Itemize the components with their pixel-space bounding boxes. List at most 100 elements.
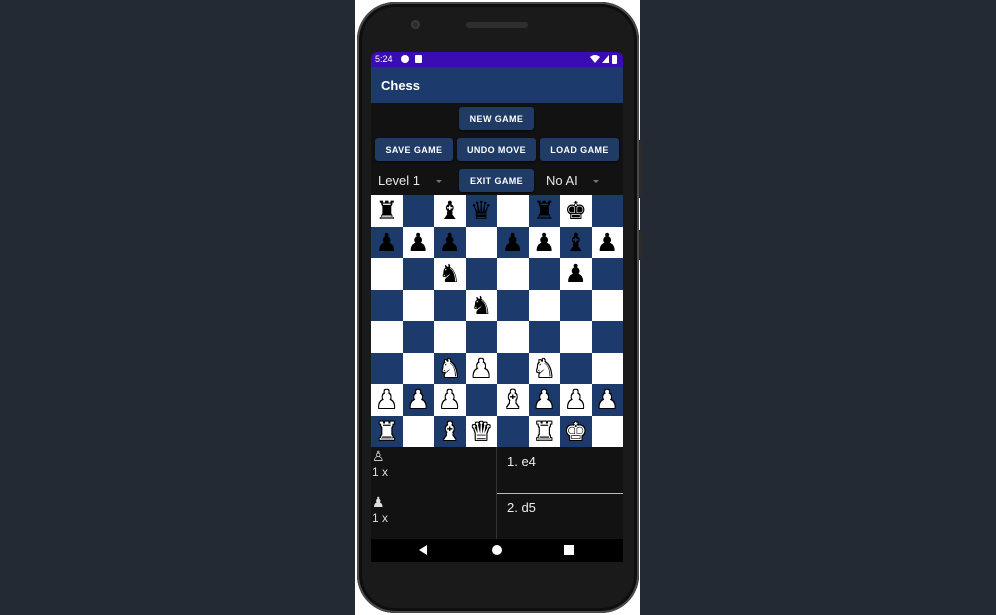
board-square[interactable]: ♟ xyxy=(560,258,592,290)
board-square[interactable] xyxy=(371,258,403,290)
white-king-icon[interactable]: ♚ xyxy=(565,419,587,444)
board-square[interactable] xyxy=(591,352,623,384)
board-square[interactable] xyxy=(591,195,623,227)
board-square[interactable] xyxy=(465,258,497,290)
board-square[interactable]: ♞ xyxy=(434,352,466,384)
black-pawn-icon[interactable]: ♟ xyxy=(502,230,524,255)
board-square[interactable]: ♟ xyxy=(591,226,623,258)
black-queen-icon[interactable]: ♛ xyxy=(470,198,492,223)
recent-apps-icon[interactable] xyxy=(564,545,574,555)
board-square[interactable]: ♜ xyxy=(528,415,560,447)
board-square[interactable]: ♟ xyxy=(434,226,466,258)
white-knight-icon[interactable]: ♞ xyxy=(533,356,555,381)
black-bishop-icon[interactable]: ♝ xyxy=(439,198,461,223)
board-square[interactable] xyxy=(497,195,529,227)
board-square[interactable]: ♝ xyxy=(560,226,592,258)
board-square[interactable] xyxy=(402,415,434,447)
board-square[interactable] xyxy=(497,289,529,321)
board-square[interactable]: ♟ xyxy=(465,352,497,384)
board-square[interactable] xyxy=(371,352,403,384)
black-knight-icon[interactable]: ♞ xyxy=(439,261,461,286)
board-square[interactable] xyxy=(402,289,434,321)
board-square[interactable]: ♛ xyxy=(465,195,497,227)
white-rook-icon[interactable]: ♜ xyxy=(533,419,555,444)
board-square[interactable]: ♝ xyxy=(434,195,466,227)
board-square[interactable] xyxy=(591,321,623,353)
white-bishop-icon[interactable]: ♝ xyxy=(439,419,461,444)
white-pawn-icon[interactable]: ♟ xyxy=(565,387,587,412)
board-square[interactable] xyxy=(434,289,466,321)
board-square[interactable] xyxy=(402,321,434,353)
board-square[interactable] xyxy=(402,195,434,227)
board-square[interactable] xyxy=(528,258,560,290)
load-game-button[interactable]: LOAD GAME xyxy=(540,138,619,161)
board-square[interactable] xyxy=(497,321,529,353)
board-square[interactable] xyxy=(402,352,434,384)
board-square[interactable]: ♝ xyxy=(434,415,466,447)
board-square[interactable] xyxy=(465,321,497,353)
black-pawn-icon[interactable]: ♟ xyxy=(407,230,429,255)
white-rook-icon[interactable]: ♜ xyxy=(376,419,398,444)
board-square[interactable] xyxy=(371,321,403,353)
white-queen-icon[interactable]: ♛ xyxy=(470,419,492,444)
white-pawn-icon[interactable]: ♟ xyxy=(376,387,398,412)
black-rook-icon[interactable]: ♜ xyxy=(376,198,398,223)
board-square[interactable]: ♝ xyxy=(497,384,529,416)
board-square[interactable] xyxy=(402,258,434,290)
level-dropdown[interactable]: Level 1 xyxy=(378,173,443,193)
white-pawn-icon[interactable]: ♟ xyxy=(470,356,492,381)
exit-game-button[interactable]: EXIT GAME xyxy=(459,169,534,192)
black-bishop-icon[interactable]: ♝ xyxy=(565,230,587,255)
board-square[interactable]: ♟ xyxy=(434,384,466,416)
board-square[interactable] xyxy=(465,226,497,258)
board-square[interactable]: ♟ xyxy=(402,384,434,416)
board-square[interactable] xyxy=(560,289,592,321)
board-square[interactable]: ♟ xyxy=(560,384,592,416)
board-square[interactable] xyxy=(497,415,529,447)
board-square[interactable] xyxy=(465,384,497,416)
black-pawn-icon[interactable]: ♟ xyxy=(596,230,618,255)
undo-move-button[interactable]: UNDO MOVE xyxy=(457,138,536,161)
board-square[interactable] xyxy=(528,321,560,353)
black-pawn-icon[interactable]: ♟ xyxy=(439,230,461,255)
black-pawn-icon[interactable]: ♟ xyxy=(565,261,587,286)
board-square[interactable]: ♜ xyxy=(371,415,403,447)
board-square[interactable]: ♟ xyxy=(371,384,403,416)
ai-dropdown[interactable]: No AI xyxy=(546,173,601,193)
new-game-button[interactable]: NEW GAME xyxy=(459,107,534,130)
board-square[interactable]: ♞ xyxy=(434,258,466,290)
board-square[interactable]: ♟ xyxy=(528,384,560,416)
white-pawn-icon[interactable]: ♟ xyxy=(596,387,618,412)
white-pawn-icon[interactable]: ♟ xyxy=(533,387,555,412)
board-square[interactable] xyxy=(591,289,623,321)
white-bishop-icon[interactable]: ♝ xyxy=(502,387,524,412)
board-square[interactable]: ♟ xyxy=(371,226,403,258)
board-square[interactable]: ♟ xyxy=(528,226,560,258)
board-square[interactable] xyxy=(591,415,623,447)
board-square[interactable] xyxy=(560,321,592,353)
black-pawn-icon[interactable]: ♟ xyxy=(376,230,398,255)
chess-board[interactable]: ♜ ♝ ♛ ♜ ♚ ♟ ♟ ♟ ♟ ♟ ♝ ♟ ♞ ♟ ♞ ♞ ♟ ♞ ♟ ♟ ♟ ♝ ♟ ♟ ♟ ♜ ♝ ♛ ♜ ♚ xyxy=(371,195,623,447)
black-king-icon[interactable]: ♚ xyxy=(565,198,587,223)
board-square[interactable] xyxy=(434,321,466,353)
save-game-button[interactable]: SAVE GAME xyxy=(375,138,453,161)
board-square[interactable] xyxy=(591,258,623,290)
board-square[interactable] xyxy=(497,352,529,384)
board-square[interactable]: ♟ xyxy=(402,226,434,258)
white-knight-icon[interactable]: ♞ xyxy=(439,356,461,381)
board-square[interactable]: ♟ xyxy=(591,384,623,416)
board-square[interactable]: ♚ xyxy=(560,195,592,227)
board-square[interactable]: ♟ xyxy=(497,226,529,258)
board-square[interactable]: ♞ xyxy=(528,352,560,384)
black-rook-icon[interactable]: ♜ xyxy=(533,198,555,223)
board-square[interactable] xyxy=(560,352,592,384)
home-icon[interactable] xyxy=(492,545,502,555)
white-pawn-icon[interactable]: ♟ xyxy=(407,387,429,412)
board-square[interactable]: ♜ xyxy=(528,195,560,227)
white-pawn-icon[interactable]: ♟ xyxy=(439,387,461,412)
board-square[interactable] xyxy=(371,289,403,321)
black-knight-icon[interactable]: ♞ xyxy=(470,293,492,318)
black-pawn-icon[interactable]: ♟ xyxy=(533,230,555,255)
board-square[interactable] xyxy=(528,289,560,321)
board-square[interactable]: ♚ xyxy=(560,415,592,447)
